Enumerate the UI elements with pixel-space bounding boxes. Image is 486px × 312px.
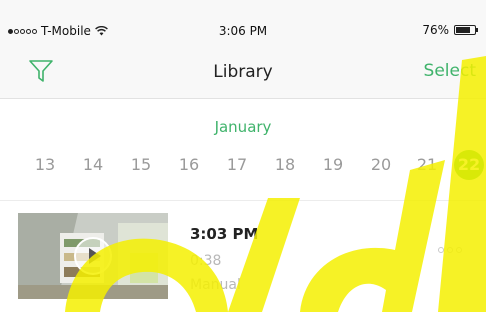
clip-list-item[interactable]: 3:03 PM 0:38 Manual [0,201,486,312]
clip-type: Manual [190,277,241,293]
date-item[interactable]: 22 [454,150,484,180]
select-button[interactable]: Select [424,61,476,81]
date-item[interactable]: 13 [30,150,60,180]
date-item[interactable]: 21 [412,150,442,180]
play-icon[interactable] [73,236,113,276]
month-label: January [214,118,272,136]
date-item[interactable]: 14 [78,150,108,180]
status-bar: T-Mobile 3:06 PM 76% [0,0,486,38]
battery-icon [454,25,478,35]
nav-bar: Library Select [0,52,486,92]
battery-percent: 76% [422,23,449,37]
status-time: 3:06 PM [218,24,268,38]
date-item[interactable]: 18 [270,150,300,180]
date-item[interactable]: 19 [318,150,348,180]
date-item[interactable]: 20 [366,150,396,180]
battery-info: 76% [422,23,478,37]
header: T-Mobile 3:06 PM 76% Library Select [0,0,486,99]
date-item[interactable]: 17 [222,150,252,180]
date-item[interactable]: 15 [126,150,156,180]
clip-time: 3:03 PM [190,225,259,243]
date-item[interactable]: 16 [174,150,204,180]
clip-duration: 0:38 [190,253,222,269]
more-icon[interactable] [438,247,462,253]
clip-thumbnail[interactable] [18,213,168,299]
app-screen: T-Mobile 3:06 PM 76% Library Select Janu… [0,0,486,312]
page-title: Library [213,62,273,82]
date-strip[interactable]: 13 14 15 16 17 18 19 20 21 22 [0,150,486,180]
